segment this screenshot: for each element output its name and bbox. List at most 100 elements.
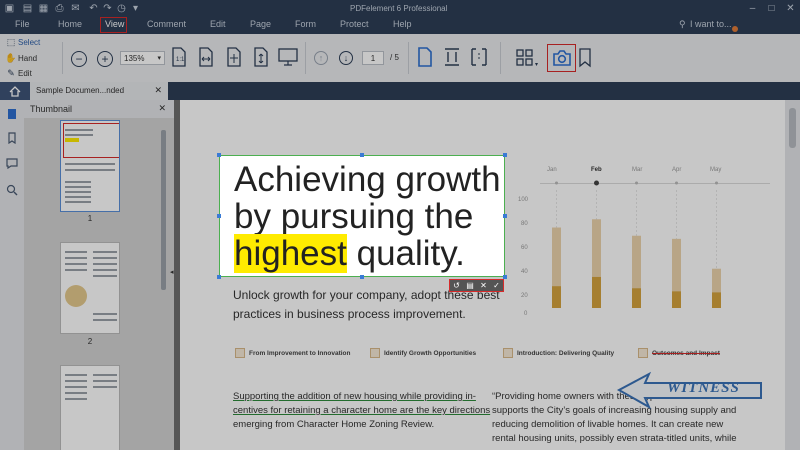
menu-help[interactable]: Help bbox=[393, 19, 412, 29]
comment-panel-icon[interactable] bbox=[6, 157, 18, 169]
actual-size-icon[interactable]: 1:1 bbox=[172, 47, 186, 67]
timeline-dot bbox=[635, 181, 638, 185]
feature-label: Outcomes and Impact bbox=[652, 349, 720, 357]
title-bar: ▣ ▤ ▦ ⎙ ✉ ↶ ↷ ◷ ▾ PDFelement 6 Professio… bbox=[0, 0, 800, 17]
snapshot-selection[interactable]: Achieving growth by pursuing the highest… bbox=[217, 153, 507, 279]
scrollbar-thumb[interactable] bbox=[789, 108, 796, 148]
menu-comment[interactable]: Comment bbox=[147, 19, 186, 29]
close-window-icon[interactable]: ✕ bbox=[785, 3, 796, 14]
thumbnail-header: Thumbnail ✕ bbox=[24, 100, 174, 118]
document-tab-strip: Sample Documen...nded ✕ bbox=[0, 82, 800, 100]
thumbnail-line bbox=[93, 263, 117, 265]
email-icon[interactable]: ✉ bbox=[70, 3, 81, 14]
menu-bar: File Home View Comment Edit Page Form Pr… bbox=[0, 17, 800, 34]
fit-height-icon[interactable] bbox=[443, 47, 461, 67]
menu-edit[interactable]: Edit bbox=[210, 19, 226, 29]
resize-handle[interactable] bbox=[217, 214, 221, 218]
save-icon[interactable]: ▦ bbox=[38, 3, 49, 14]
heading-line-2: by pursuing the bbox=[234, 197, 474, 236]
resize-handle[interactable] bbox=[503, 153, 507, 157]
bar-portion bbox=[632, 288, 641, 308]
bar-portion bbox=[712, 292, 721, 308]
next-page-icon[interactable]: ↓ bbox=[339, 51, 353, 65]
feature-item-1: From Improvement to Innovation bbox=[235, 348, 350, 358]
edit-mode-icon[interactable]: ✎ bbox=[6, 68, 16, 78]
home-tab[interactable] bbox=[0, 82, 30, 100]
page-thumbnail-1[interactable] bbox=[60, 120, 120, 212]
y-tick-label: 100 bbox=[518, 197, 529, 203]
confirm-icon[interactable]: ✓ bbox=[493, 281, 500, 290]
two-page-icon[interactable] bbox=[470, 47, 488, 67]
grid-view-icon[interactable] bbox=[516, 49, 534, 67]
page-thumbnail-2[interactable] bbox=[60, 242, 120, 334]
bar-portion bbox=[552, 286, 561, 308]
maximize-icon[interactable]: □ bbox=[766, 3, 777, 14]
thumbnail-panel-icon[interactable] bbox=[6, 108, 18, 120]
bookmark-icon[interactable] bbox=[578, 48, 592, 68]
thumbnail-line bbox=[65, 374, 87, 376]
resize-handle[interactable] bbox=[360, 153, 364, 157]
close-tab-icon[interactable]: ✕ bbox=[154, 85, 162, 96]
grid-dropdown-icon[interactable]: ▾ bbox=[535, 61, 538, 68]
hand-mode-icon[interactable]: ✋ bbox=[5, 53, 16, 63]
heading-rest: quality. bbox=[346, 234, 465, 273]
minimize-icon[interactable]: – bbox=[747, 3, 758, 14]
copy-icon[interactable]: ▤ bbox=[466, 281, 474, 290]
left-paragraph-line-2: centives for retaining a character home … bbox=[233, 405, 491, 416]
vertical-scrollbar[interactable] bbox=[785, 100, 800, 450]
menu-protect[interactable]: Protect bbox=[340, 19, 369, 29]
close-panel-icon[interactable]: ✕ bbox=[158, 103, 166, 114]
fit-visible-icon[interactable] bbox=[254, 47, 268, 67]
edit-mode[interactable]: Edit bbox=[18, 69, 32, 78]
select-mode[interactable]: Select bbox=[18, 38, 40, 47]
view-highlight-box bbox=[100, 17, 127, 33]
menu-home[interactable]: Home bbox=[58, 19, 82, 29]
dropdown-icon[interactable]: ▾ bbox=[130, 3, 141, 14]
y-tick-label: 20 bbox=[521, 293, 528, 299]
resize-handle[interactable] bbox=[503, 214, 507, 218]
menu-page[interactable]: Page bbox=[250, 19, 271, 29]
select-mode-icon[interactable]: ⬚ bbox=[6, 37, 16, 47]
history-icon[interactable]: ◷ bbox=[116, 3, 127, 14]
left-rail bbox=[0, 100, 24, 450]
bookmark-panel-icon[interactable] bbox=[6, 132, 18, 144]
search-input[interactable]: I want to... bbox=[690, 19, 732, 29]
page-number-input[interactable]: 1 bbox=[362, 51, 384, 65]
fit-width-icon[interactable] bbox=[199, 47, 213, 67]
timeline-dot bbox=[675, 181, 678, 185]
document-tab[interactable]: Sample Documen...nded ✕ bbox=[30, 82, 168, 100]
zoom-in-icon[interactable]: + bbox=[97, 51, 113, 67]
cancel-icon[interactable]: ✕ bbox=[480, 281, 487, 290]
zoom-out-icon[interactable]: − bbox=[71, 51, 87, 67]
snapshot-toolbar: ↺ ▤ ✕ ✓ bbox=[449, 279, 504, 292]
rotate-icon[interactable]: ↺ bbox=[453, 281, 460, 290]
improvement-icon bbox=[235, 348, 245, 358]
thumbnail-line bbox=[65, 251, 87, 253]
print-icon[interactable]: ⎙ bbox=[54, 3, 65, 14]
thumbnail-line bbox=[65, 181, 91, 183]
camera-icon[interactable] bbox=[552, 49, 572, 67]
resize-handle[interactable] bbox=[217, 275, 221, 279]
thumbnail-line bbox=[65, 191, 91, 193]
thumbnail-scrollbar[interactable] bbox=[161, 130, 166, 290]
quality-icon bbox=[503, 348, 513, 358]
zoom-select[interactable]: 135% ▾ bbox=[120, 51, 165, 65]
redo-icon[interactable]: ↷ bbox=[102, 3, 113, 14]
single-page-icon[interactable] bbox=[418, 47, 432, 67]
undo-icon[interactable]: ↶ bbox=[88, 3, 99, 14]
collapse-panel-icon[interactable]: ◂ bbox=[170, 268, 174, 276]
presentation-icon[interactable] bbox=[278, 47, 298, 67]
menu-form[interactable]: Form bbox=[295, 19, 316, 29]
hand-mode[interactable]: Hand bbox=[18, 54, 37, 63]
resize-handle[interactable] bbox=[360, 275, 364, 279]
folder-icon[interactable]: ▤ bbox=[22, 3, 33, 14]
page-total: / 5 bbox=[390, 53, 399, 62]
previous-page-icon[interactable]: ↑ bbox=[314, 51, 328, 65]
fit-page-icon[interactable] bbox=[227, 47, 241, 67]
search-panel-icon[interactable] bbox=[6, 184, 18, 196]
page-thumbnail-3[interactable] bbox=[60, 365, 120, 450]
resize-handle[interactable] bbox=[217, 153, 221, 157]
y-tick-label: 40 bbox=[521, 269, 528, 275]
menu-file[interactable]: File bbox=[15, 19, 30, 29]
feature-item-3: Introduction: Delivering Quality bbox=[503, 348, 614, 358]
